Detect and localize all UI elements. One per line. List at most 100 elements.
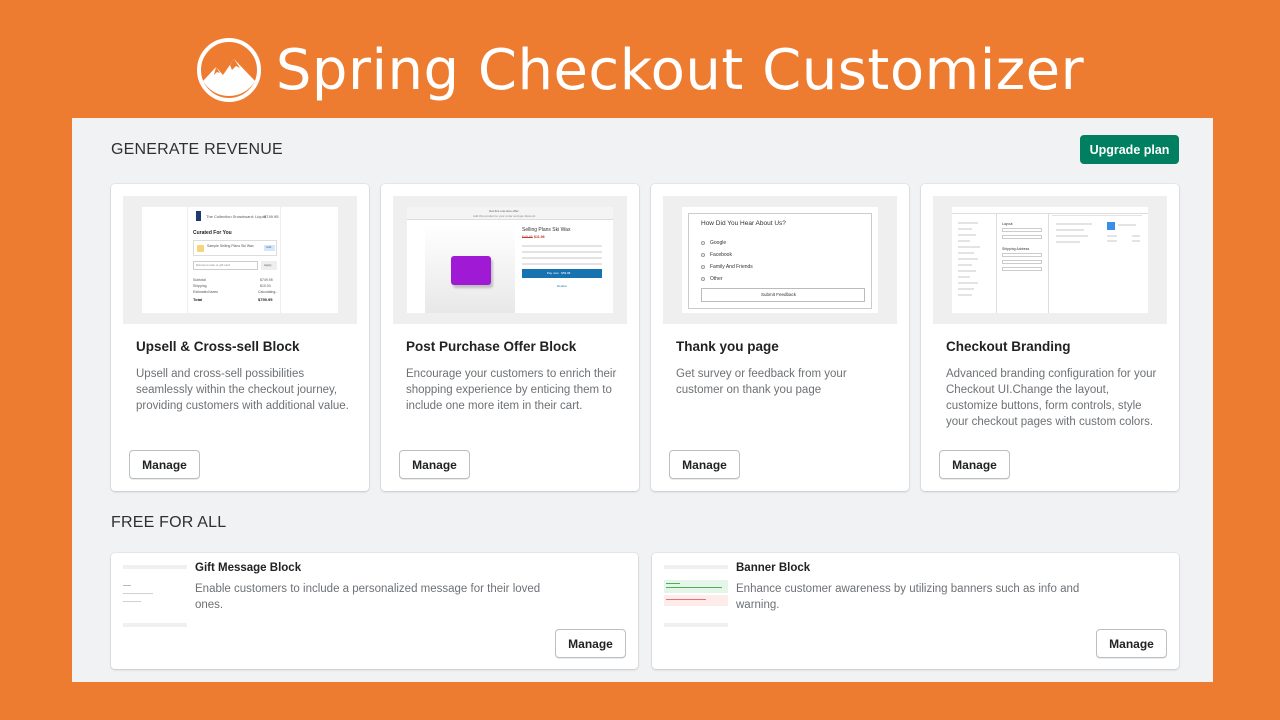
preview-summary-line xyxy=(1107,240,1117,242)
preview-column-divider xyxy=(1048,214,1049,313)
preview-sidebar-line xyxy=(958,276,970,278)
gift-message-preview xyxy=(123,563,189,631)
preview-sidebar-line xyxy=(958,264,972,266)
preview-option: Family And Friends xyxy=(710,264,753,270)
preview-sidebar-line xyxy=(958,240,970,242)
preview-curated-heading: Curated For You xyxy=(193,230,232,236)
preview-sidebar-line xyxy=(958,228,972,230)
preview-shipping-value: $10.00 xyxy=(260,284,271,288)
card-description: Get survey or feedback from your custome… xyxy=(676,368,847,396)
card-title: Post Purchase Offer Block xyxy=(406,339,577,354)
preview-line xyxy=(664,565,728,569)
preview-divider xyxy=(1052,215,1142,216)
preview-radio-icon xyxy=(701,277,705,281)
preview-checkout-line xyxy=(1056,241,1080,243)
upgrade-plan-button[interactable]: Upgrade plan xyxy=(1080,135,1179,164)
preview-taxes-value: Calculating... xyxy=(258,290,279,294)
card-gift-message: Gift Message Block Enable customers to i… xyxy=(111,553,638,669)
mountain-circle-logo-icon xyxy=(196,38,261,102)
preview-total-value: $759.95 xyxy=(258,297,273,302)
preview-sidebar-line xyxy=(958,258,978,260)
preview-store-name: The Collection Snowboard: Liquid xyxy=(206,214,266,219)
card-description: Enable customers to include a personaliz… xyxy=(195,583,541,611)
preview-decline-label: Decline xyxy=(557,284,568,288)
preview-line xyxy=(123,565,187,569)
preview-radio-icon xyxy=(701,265,705,269)
preview-offer-product: Selling Plans Ski Wax xyxy=(522,227,571,233)
thank-you-preview-screen: How Did You Hear About Us? Google Facebo… xyxy=(682,207,878,313)
preview-line xyxy=(666,599,706,600)
card-post-purchase-offer: Get this one-time offer Add this product… xyxy=(381,184,639,491)
preview-radio-icon xyxy=(701,241,705,245)
card-preview-image: How Did You Hear About Us? Google Facebo… xyxy=(663,196,897,324)
card-title: Banner Block xyxy=(736,562,811,574)
preview-shipping-label: Shipping xyxy=(193,284,207,288)
preview-submit-label: Submit Feedback xyxy=(761,292,797,297)
manage-banner-block-button[interactable]: Manage xyxy=(1096,629,1167,658)
preview-option: Other xyxy=(710,276,723,282)
preview-add-label: Add xyxy=(266,245,272,249)
preview-radio-icon xyxy=(701,253,705,257)
preview-warning-banner xyxy=(664,595,728,606)
brand-header: Spring Checkout Customizer xyxy=(0,30,1280,110)
preview-editor-topbar xyxy=(952,207,1148,214)
preview-product-thumb xyxy=(1107,222,1115,230)
card-checkout-branding: Layout Shipping Address Checkout Brandin… xyxy=(921,184,1179,491)
preview-line xyxy=(123,623,187,627)
preview-layout-label: Layout xyxy=(1002,222,1013,226)
preview-field xyxy=(1002,260,1042,264)
manage-thank-you-button[interactable]: Manage xyxy=(669,450,740,479)
preview-offer-line2: Add this product to your order and get d… xyxy=(473,214,536,218)
card-description: Encourage your customers to enrich their… xyxy=(406,368,617,412)
preview-new-price: $11.96 xyxy=(534,235,545,239)
manage-branding-button[interactable]: Manage xyxy=(939,450,1010,479)
manage-gift-message-button[interactable]: Manage xyxy=(555,629,626,658)
post-purchase-preview-screen: Get this one-time offer Add this product… xyxy=(407,207,613,313)
preview-line xyxy=(123,585,131,586)
preview-shipping-label: Shipping Address xyxy=(1002,247,1030,251)
preview-sidebar-line xyxy=(958,252,974,254)
preview-sidebar-line xyxy=(958,234,976,236)
manage-upsell-button[interactable]: Manage xyxy=(129,450,200,479)
preview-field xyxy=(1002,228,1042,232)
preview-summary-line xyxy=(1107,235,1117,237)
app-title: Spring Checkout Customizer xyxy=(275,37,1085,103)
card-preview-image: Layout Shipping Address xyxy=(933,196,1167,324)
preview-line xyxy=(123,601,141,602)
card-preview-image: Get this one-time offer Add this product… xyxy=(393,196,627,324)
preview-offer-line1: Get this one-time offer xyxy=(489,209,519,213)
preview-product-image xyxy=(196,211,201,221)
preview-option: Facebook xyxy=(710,252,732,258)
preview-field xyxy=(1002,235,1042,239)
preview-wax-thumb xyxy=(197,245,204,252)
preview-purple-wax-block xyxy=(451,256,491,285)
card-title: Upsell & Cross-sell Block xyxy=(136,339,300,354)
preview-sidebar-line xyxy=(958,222,978,224)
section-title-generate-revenue: GENERATE REVENUE xyxy=(111,141,283,158)
preview-product-photo xyxy=(425,225,515,313)
preview-info-banner xyxy=(664,580,728,593)
card-upsell-cross-sell: The Collection Snowboard: Liquid $749.95… xyxy=(111,184,369,491)
preview-field xyxy=(1002,267,1042,271)
manage-post-purchase-button[interactable]: Manage xyxy=(399,450,470,479)
preview-total-label: Total xyxy=(193,297,203,302)
card-title: Thank you page xyxy=(676,339,779,354)
preview-row-line xyxy=(522,251,602,253)
card-title: Checkout Branding xyxy=(946,339,1071,354)
card-description: Enhance customer awareness by utilizing … xyxy=(736,583,1080,611)
preview-upsell-product: Sample Selling Plans Ski Wax xyxy=(207,244,254,248)
preview-apply-label: Apply xyxy=(264,263,272,267)
preview-pay-now-label: Pay now · $59.98 xyxy=(547,271,571,275)
preview-line xyxy=(123,593,153,594)
preview-summary-line xyxy=(1132,235,1140,237)
preview-taxes-label: Estimated taxes xyxy=(193,290,218,294)
preview-sidebar-line xyxy=(958,288,974,290)
preview-row-line xyxy=(522,263,602,265)
preview-price: $749.95 xyxy=(264,214,279,219)
card-banner-block: Banner Block Enhance customer awareness … xyxy=(652,553,1179,669)
preview-checkout-panel: The Collection Snowboard: Liquid $749.95… xyxy=(187,207,281,313)
preview-row-line xyxy=(522,257,602,259)
preview-editor-sidebar xyxy=(952,214,997,313)
preview-subtotal-label: Subtotal xyxy=(193,278,206,282)
upsell-preview-screen: The Collection Snowboard: Liquid $749.95… xyxy=(142,207,338,313)
